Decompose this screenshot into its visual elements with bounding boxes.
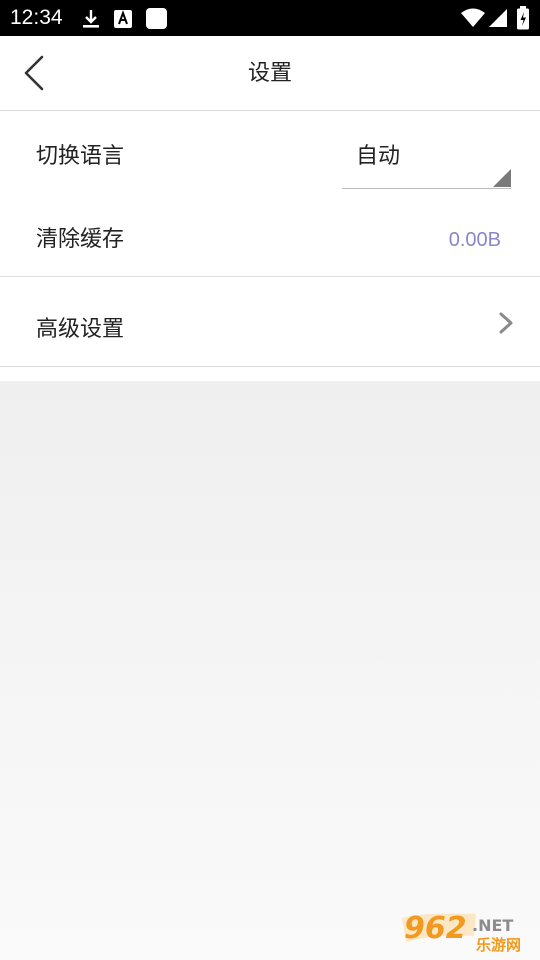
clear-cache-row[interactable]: 清除缓存 0.00B xyxy=(0,194,540,276)
dropdown-triangle-icon xyxy=(493,169,511,187)
watermark-number: 962 xyxy=(404,911,467,946)
watermark-chinese-name: 乐游网 xyxy=(476,936,522,954)
battery-icon xyxy=(517,6,529,30)
advanced-settings-label: 高级设置 xyxy=(36,317,125,342)
download-icon xyxy=(83,10,99,28)
cache-size-value: 0.00B xyxy=(448,229,501,251)
wifi-icon xyxy=(461,8,485,27)
page-title: 设置 xyxy=(247,61,292,86)
chevron-right-icon xyxy=(499,312,513,334)
language-dropdown[interactable]: 自动 xyxy=(342,135,511,189)
status-time: 12:34 xyxy=(10,6,63,29)
language-value: 自动 xyxy=(356,144,401,169)
status-bar: 12:34 xyxy=(0,0,540,36)
site-watermark-logo: 962 .NET 乐游网 xyxy=(402,912,532,956)
app-bar: 设置 xyxy=(0,36,540,111)
clear-cache-label: 清除缓存 xyxy=(36,227,125,252)
empty-background-area xyxy=(0,381,540,960)
language-label: 切换语言 xyxy=(36,144,125,169)
signal-icon xyxy=(489,9,507,27)
advanced-settings-row[interactable]: 高级设置 xyxy=(0,277,540,367)
settings-group-general: 切换语言 自动 清除缓存 0.00B xyxy=(0,111,540,277)
a-notification-icon xyxy=(114,10,132,28)
watermark-suffix: .NET xyxy=(472,916,514,935)
blank-notification-icon xyxy=(146,8,167,29)
